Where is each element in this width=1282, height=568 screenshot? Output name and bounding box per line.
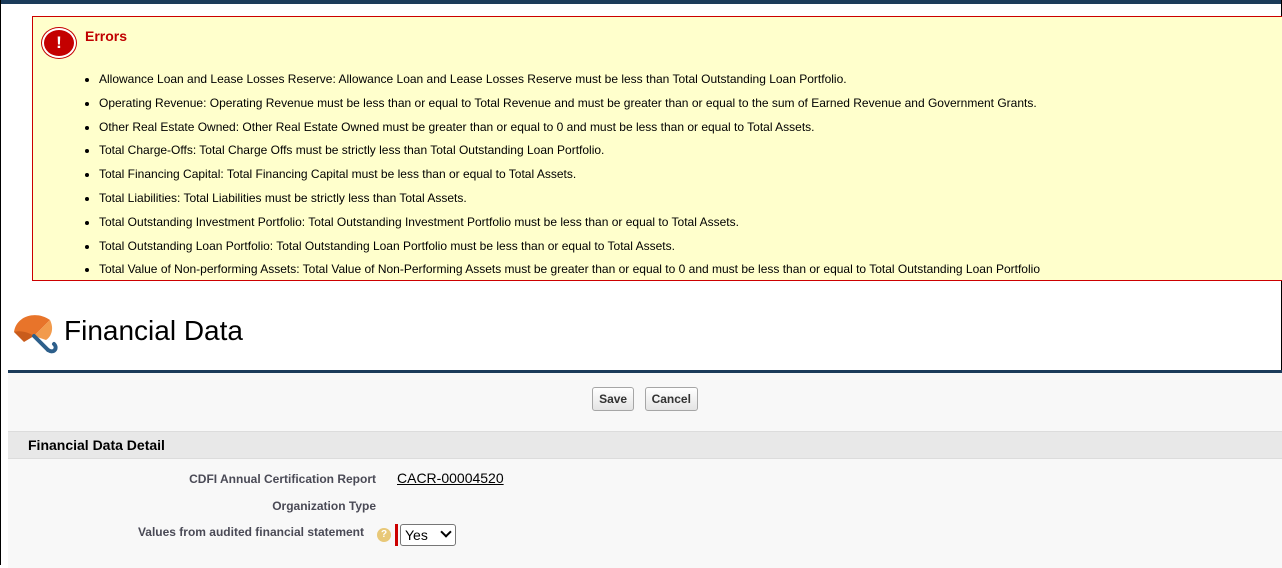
- section-header: Financial Data Detail: [8, 431, 1282, 459]
- error-item: Total Value of Non-performing Assets: To…: [99, 258, 1282, 282]
- error-item: Total Charge-Offs: Total Charge Offs mus…: [99, 139, 1282, 163]
- section-title: Financial Data Detail: [28, 437, 165, 453]
- error-alert-icon: !: [42, 28, 76, 58]
- page-title: Financial Data: [64, 315, 243, 346]
- cacr-label: CDFI Annual Certification Report: [189, 472, 376, 486]
- error-item: Total Financing Capital: Total Financing…: [99, 163, 1282, 187]
- audited-statement-value: Yes: [405, 527, 428, 543]
- error-list: Allowance Loan and Lease Losses Reserve:…: [85, 68, 1282, 282]
- error-item: Total Liabilities: Total Liabilities mus…: [99, 187, 1282, 211]
- audited-statement-label: Values from audited financial statement: [137, 525, 364, 539]
- error-item: Operating Revenue: Operating Revenue mus…: [99, 92, 1282, 116]
- error-panel: ! Errors Allowance Loan and Lease Losses…: [32, 16, 1282, 281]
- top-header-rule: [0, 0, 1282, 4]
- error-item: Other Real Estate Owned: Other Real Esta…: [99, 116, 1282, 140]
- cacr-link[interactable]: CACR-00004520: [397, 470, 504, 486]
- error-title: Errors: [85, 28, 128, 44]
- frame-left-edge: [0, 0, 1, 565]
- save-button[interactable]: Save: [592, 387, 635, 411]
- help-icon[interactable]: ?: [377, 528, 391, 542]
- error-item: Total Outstanding Loan Portfolio: Total …: [99, 235, 1282, 259]
- chevron-down-icon: [440, 526, 452, 538]
- button-bar: Save Cancel: [8, 387, 1282, 415]
- error-item: Total Outstanding Investment Portfolio: …: [99, 211, 1282, 235]
- audited-statement-select[interactable]: Yes: [400, 524, 456, 546]
- edit-form: Save Cancel Financial Data Detail CDFI A…: [8, 370, 1282, 568]
- required-indicator: [395, 524, 398, 546]
- organization-type-label: Organization Type: [272, 499, 376, 513]
- cancel-button[interactable]: Cancel: [644, 387, 698, 411]
- error-item: Allowance Loan and Lease Losses Reserve:…: [99, 68, 1282, 92]
- orange-umbrella-icon: [14, 315, 58, 354]
